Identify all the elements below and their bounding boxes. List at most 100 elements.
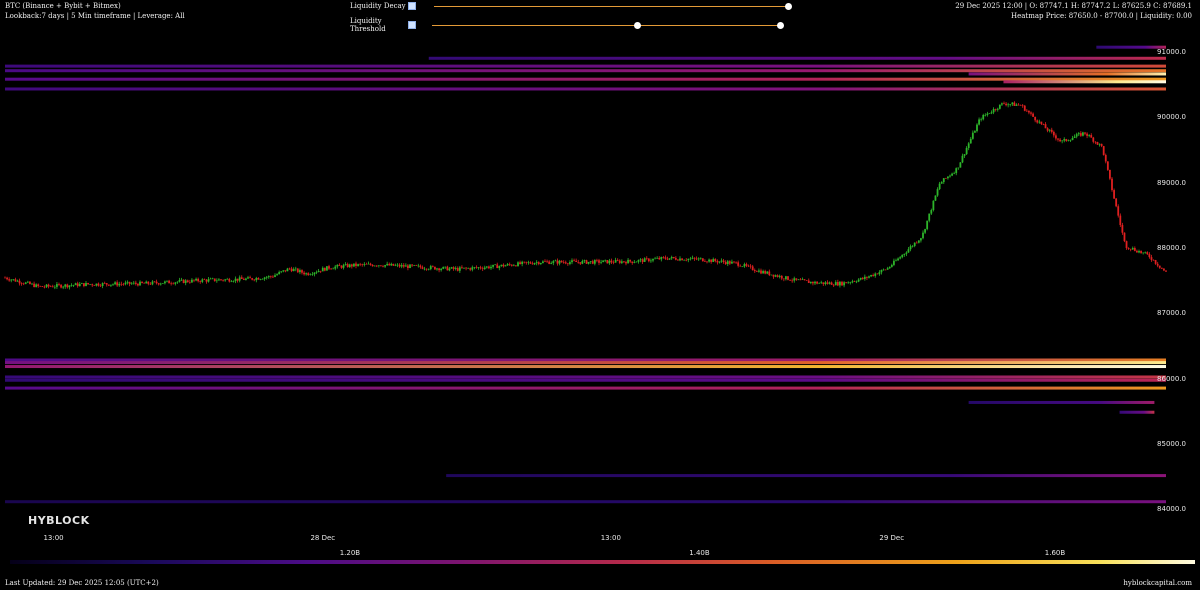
candle-up [1011, 102, 1014, 105]
candle-up [166, 280, 168, 282]
candle-up [932, 200, 935, 211]
liquidity-heatmap-chart[interactable] [0, 0, 1200, 590]
candle-down [338, 264, 341, 266]
candle-down [479, 267, 482, 269]
candle-up [45, 284, 48, 287]
candle-down [591, 261, 594, 264]
candle-up [440, 268, 443, 271]
candle-down [60, 284, 62, 288]
candle-up [299, 270, 301, 273]
candle-down [1165, 270, 1167, 272]
candle-down [1106, 161, 1109, 170]
candle-down [562, 262, 565, 263]
candle-down [323, 267, 326, 271]
candle-down [456, 268, 459, 271]
candle-up [454, 268, 457, 269]
candle-up [348, 264, 351, 268]
candle-up [758, 270, 760, 272]
candle-down [1154, 260, 1157, 264]
candle-down [1152, 259, 1155, 261]
info-icon[interactable] [408, 2, 416, 10]
liquidity-decay-slider[interactable] [434, 2, 792, 10]
candle-up [909, 246, 912, 250]
candle-down [141, 281, 143, 283]
candle-up [905, 252, 908, 254]
threshold-low-handle[interactable] [634, 21, 642, 29]
candle-down [488, 266, 490, 269]
candle-down [645, 258, 648, 259]
threshold-high-handle[interactable] [777, 21, 784, 29]
candle-up [184, 280, 187, 284]
candle-up [1067, 140, 1070, 142]
candle-up [26, 281, 29, 283]
candle-down [531, 263, 534, 265]
candle-down [502, 264, 505, 267]
candle-up [276, 274, 278, 276]
candle-down [452, 267, 455, 269]
candle-down [147, 281, 150, 284]
candle-down [51, 286, 54, 288]
liquidity-band [5, 500, 1166, 504]
candle-down [350, 264, 353, 267]
candle-down [39, 286, 42, 287]
candle-up [691, 257, 694, 259]
candle-up [550, 262, 553, 264]
candle-up [820, 282, 823, 284]
time-tick-label: 13:00 [43, 534, 64, 542]
liquidity-band [5, 358, 1166, 362]
candle-up [971, 132, 974, 139]
candle-down [307, 273, 310, 276]
candle-up [226, 278, 229, 280]
candle-down [1090, 135, 1093, 138]
candle-down [508, 264, 511, 265]
candle-up [924, 229, 926, 233]
candle-up [895, 260, 897, 262]
candle-up [542, 261, 544, 264]
candle-up [637, 260, 640, 262]
candle-up [12, 279, 15, 280]
info-icon[interactable] [408, 21, 416, 29]
candle-down [1158, 265, 1161, 268]
candle-up [922, 232, 924, 239]
site-link[interactable]: hyblockcapital.com [1123, 579, 1192, 587]
candle-down [1140, 251, 1142, 253]
candle-up [569, 262, 571, 264]
candle-up [934, 195, 937, 201]
candle-up [539, 263, 542, 264]
candle-up [533, 263, 536, 265]
candle-up [159, 283, 162, 285]
candle-up [720, 260, 723, 262]
candle-up [959, 162, 962, 168]
candle-down [14, 279, 17, 282]
candle-up [683, 259, 686, 261]
candle-down [1005, 103, 1007, 106]
candle-down [41, 286, 44, 287]
liquidity-band [428, 56, 1166, 60]
candle-down [803, 279, 806, 281]
candle-down [749, 265, 752, 267]
candle-up [506, 264, 509, 266]
candle-down [560, 260, 563, 263]
candle-up [85, 282, 87, 287]
candle-up [78, 283, 81, 287]
candle-up [16, 280, 19, 282]
candle-down [1017, 104, 1020, 106]
liquidity-threshold-slider[interactable] [432, 21, 784, 29]
candle-up [274, 275, 276, 277]
liquidity-decay-handle[interactable] [785, 2, 792, 10]
candle-down [768, 271, 771, 276]
candle-down [1044, 124, 1047, 129]
candle-up [176, 281, 179, 283]
candle-up [400, 265, 403, 267]
candle-down [236, 278, 239, 281]
candle-down [714, 259, 717, 262]
candle-up [797, 279, 800, 281]
candle-up [785, 276, 787, 280]
candle-down [371, 264, 374, 267]
candle-down [876, 273, 879, 275]
candle-down [143, 282, 146, 284]
candle-down [753, 270, 756, 272]
candle-down [1050, 129, 1053, 132]
candle-down [618, 260, 621, 263]
candle-up [145, 281, 148, 284]
